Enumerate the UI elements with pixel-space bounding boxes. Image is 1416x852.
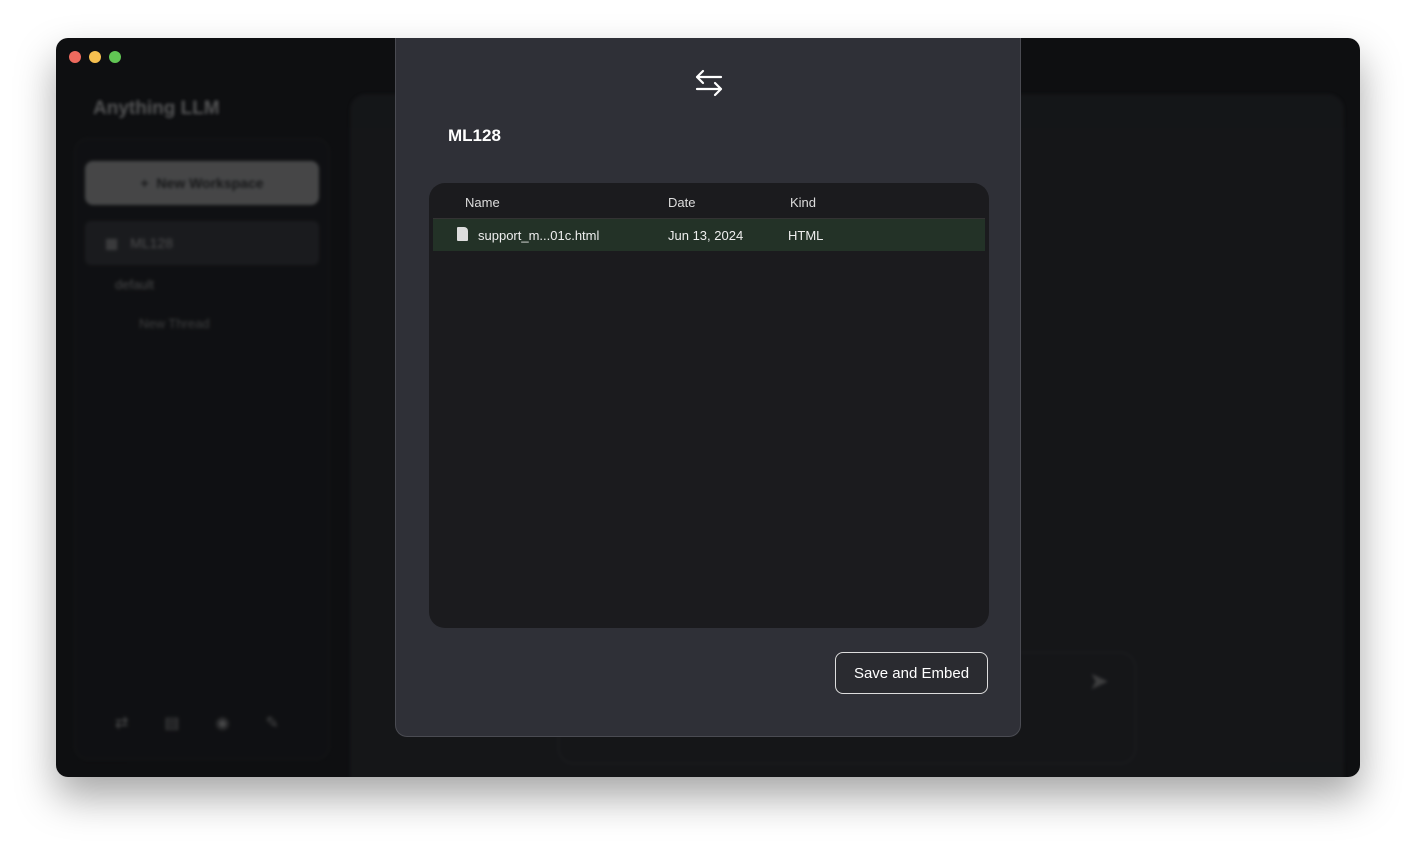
- thread-default[interactable]: default: [115, 277, 154, 292]
- workspace-label: ML128: [130, 235, 174, 251]
- file-table: Name Date Kind support_m...01c.html Jun …: [429, 183, 989, 628]
- maximize-button[interactable]: [109, 51, 121, 63]
- send-icon[interactable]: ➤: [1089, 667, 1109, 696]
- sidebar: + New Workspace ▦ ML128 default New Threa…: [74, 138, 330, 760]
- discord-icon[interactable]: ◉: [216, 713, 230, 733]
- workspace-item[interactable]: ▦ ML128: [85, 221, 319, 265]
- app-window: Anything LLM + New Workspace ▦ ML128 defa…: [56, 38, 1360, 777]
- window-controls: [69, 51, 121, 63]
- column-date[interactable]: Date: [668, 195, 695, 210]
- file-name: support_m...01c.html: [478, 228, 600, 243]
- table-row[interactable]: support_m...01c.html Jun 13, 2024 HTML: [433, 219, 985, 251]
- file-icon: [457, 227, 468, 241]
- modal-title: ML128: [448, 126, 501, 145]
- file-kind: HTML: [788, 228, 824, 243]
- new-workspace-label: New Workspace: [156, 175, 264, 191]
- minimize-button[interactable]: [89, 51, 101, 63]
- sidebar-footer: ⇄ ▤ ◉ ✎: [115, 713, 279, 733]
- column-name[interactable]: Name: [465, 195, 500, 210]
- new-workspace-button[interactable]: + New Workspace: [85, 161, 319, 205]
- wrench-icon[interactable]: ✎: [266, 713, 279, 733]
- docs-icon[interactable]: ▤: [164, 713, 179, 733]
- file-date: Jun 13, 2024: [668, 228, 744, 243]
- community-icon[interactable]: ⇄: [115, 713, 128, 733]
- new-thread-button[interactable]: New Thread: [139, 316, 210, 331]
- app-logo: Anything LLM: [93, 98, 220, 119]
- column-kind[interactable]: Kind: [790, 195, 816, 210]
- grid-icon: ▦: [105, 234, 119, 251]
- close-button[interactable]: [69, 51, 81, 63]
- save-and-embed-button[interactable]: Save and Embed: [835, 652, 988, 694]
- arrows-swap-icon: [695, 69, 723, 97]
- document-modal: ML128 Name Date Kind support_m...01c.htm…: [395, 38, 1021, 737]
